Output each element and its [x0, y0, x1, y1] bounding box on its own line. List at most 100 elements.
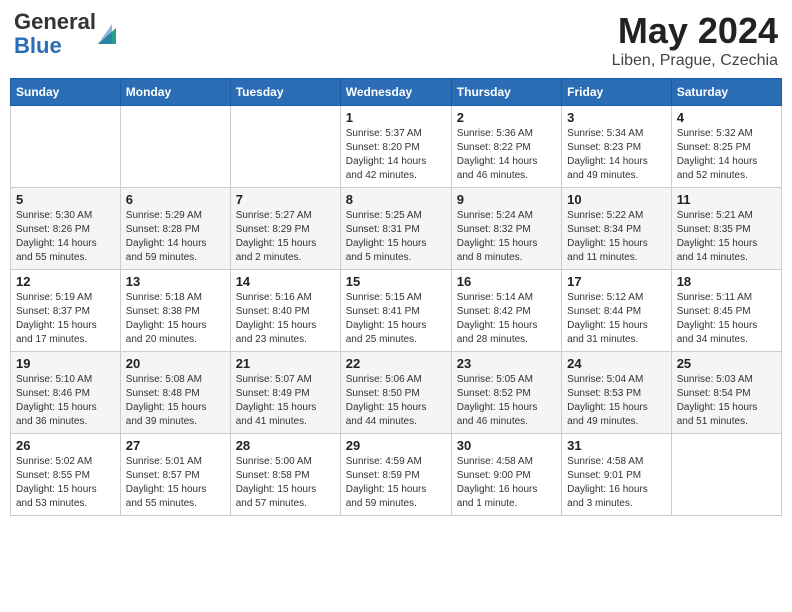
day-cell: 23 Sunrise: 5:05 AMSunset: 8:52 PMDaylig…: [451, 352, 561, 434]
weekday-header-sunday: Sunday: [11, 79, 121, 106]
day-info: Sunrise: 5:07 AMSunset: 8:49 PMDaylight:…: [236, 373, 335, 429]
week-row-5: 26 Sunrise: 5:02 AMSunset: 8:55 PMDaylig…: [11, 434, 782, 516]
day-number: 7: [236, 192, 335, 207]
day-cell: 12 Sunrise: 5:19 AMSunset: 8:37 PMDaylig…: [11, 270, 121, 352]
day-info: Sunrise: 5:19 AMSunset: 8:37 PMDaylight:…: [16, 291, 115, 347]
weekday-header-thursday: Thursday: [451, 79, 561, 106]
day-number: 10: [567, 192, 666, 207]
day-cell: 22 Sunrise: 5:06 AMSunset: 8:50 PMDaylig…: [340, 352, 451, 434]
day-info: Sunrise: 5:24 AMSunset: 8:32 PMDaylight:…: [457, 209, 556, 265]
day-number: 13: [126, 274, 225, 289]
day-number: 3: [567, 110, 666, 125]
day-cell: 15 Sunrise: 5:15 AMSunset: 8:41 PMDaylig…: [340, 270, 451, 352]
day-cell: 25 Sunrise: 5:03 AMSunset: 8:54 PMDaylig…: [671, 352, 781, 434]
weekday-header-wednesday: Wednesday: [340, 79, 451, 106]
day-cell: 3 Sunrise: 5:34 AMSunset: 8:23 PMDayligh…: [562, 106, 672, 188]
day-number: 6: [126, 192, 225, 207]
day-number: 9: [457, 192, 556, 207]
day-cell: 4 Sunrise: 5:32 AMSunset: 8:25 PMDayligh…: [671, 106, 781, 188]
day-number: 14: [236, 274, 335, 289]
day-cell: 20 Sunrise: 5:08 AMSunset: 8:48 PMDaylig…: [120, 352, 230, 434]
logo-general-text: General: [14, 9, 96, 34]
day-info: Sunrise: 5:14 AMSunset: 8:42 PMDaylight:…: [457, 291, 556, 347]
day-cell: 13 Sunrise: 5:18 AMSunset: 8:38 PMDaylig…: [120, 270, 230, 352]
day-cell: 14 Sunrise: 5:16 AMSunset: 8:40 PMDaylig…: [230, 270, 340, 352]
day-info: Sunrise: 5:10 AMSunset: 8:46 PMDaylight:…: [16, 373, 115, 429]
day-number: 25: [677, 356, 776, 371]
logo-icon: [98, 24, 116, 44]
weekday-header-saturday: Saturday: [671, 79, 781, 106]
logo-blue-text: Blue: [14, 33, 62, 58]
day-info: Sunrise: 5:25 AMSunset: 8:31 PMDaylight:…: [346, 209, 446, 265]
day-number: 31: [567, 438, 666, 453]
day-number: 27: [126, 438, 225, 453]
day-info: Sunrise: 5:36 AMSunset: 8:22 PMDaylight:…: [457, 127, 556, 183]
day-info: Sunrise: 5:37 AMSunset: 8:20 PMDaylight:…: [346, 127, 446, 183]
weekday-header-tuesday: Tuesday: [230, 79, 340, 106]
day-info: Sunrise: 5:01 AMSunset: 8:57 PMDaylight:…: [126, 455, 225, 511]
day-cell: [230, 106, 340, 188]
day-number: 17: [567, 274, 666, 289]
day-number: 23: [457, 356, 556, 371]
week-row-1: 1 Sunrise: 5:37 AMSunset: 8:20 PMDayligh…: [11, 106, 782, 188]
day-info: Sunrise: 5:12 AMSunset: 8:44 PMDaylight:…: [567, 291, 666, 347]
day-info: Sunrise: 5:08 AMSunset: 8:48 PMDaylight:…: [126, 373, 225, 429]
day-info: Sunrise: 4:58 AMSunset: 9:01 PMDaylight:…: [567, 455, 666, 511]
day-cell: 16 Sunrise: 5:14 AMSunset: 8:42 PMDaylig…: [451, 270, 561, 352]
day-number: 24: [567, 356, 666, 371]
day-cell: [120, 106, 230, 188]
day-number: 15: [346, 274, 446, 289]
calendar-title: May 2024: [612, 10, 778, 52]
day-cell: 10 Sunrise: 5:22 AMSunset: 8:34 PMDaylig…: [562, 188, 672, 270]
day-cell: 1 Sunrise: 5:37 AMSunset: 8:20 PMDayligh…: [340, 106, 451, 188]
week-row-2: 5 Sunrise: 5:30 AMSunset: 8:26 PMDayligh…: [11, 188, 782, 270]
day-number: 22: [346, 356, 446, 371]
day-info: Sunrise: 5:11 AMSunset: 8:45 PMDaylight:…: [677, 291, 776, 347]
day-number: 18: [677, 274, 776, 289]
day-info: Sunrise: 5:04 AMSunset: 8:53 PMDaylight:…: [567, 373, 666, 429]
weekday-header-friday: Friday: [562, 79, 672, 106]
page-header: General Blue May 2024 Liben, Prague, Cze…: [10, 10, 782, 70]
day-number: 19: [16, 356, 115, 371]
day-info: Sunrise: 5:22 AMSunset: 8:34 PMDaylight:…: [567, 209, 666, 265]
day-info: Sunrise: 5:02 AMSunset: 8:55 PMDaylight:…: [16, 455, 115, 511]
day-cell: [11, 106, 121, 188]
day-cell: 21 Sunrise: 5:07 AMSunset: 8:49 PMDaylig…: [230, 352, 340, 434]
day-number: 20: [126, 356, 225, 371]
day-info: Sunrise: 5:00 AMSunset: 8:58 PMDaylight:…: [236, 455, 335, 511]
day-cell: 9 Sunrise: 5:24 AMSunset: 8:32 PMDayligh…: [451, 188, 561, 270]
day-cell: 24 Sunrise: 5:04 AMSunset: 8:53 PMDaylig…: [562, 352, 672, 434]
day-number: 28: [236, 438, 335, 453]
day-info: Sunrise: 5:03 AMSunset: 8:54 PMDaylight:…: [677, 373, 776, 429]
title-block: May 2024 Liben, Prague, Czechia: [612, 10, 778, 70]
day-cell: 17 Sunrise: 5:12 AMSunset: 8:44 PMDaylig…: [562, 270, 672, 352]
week-row-3: 12 Sunrise: 5:19 AMSunset: 8:37 PMDaylig…: [11, 270, 782, 352]
day-number: 4: [677, 110, 776, 125]
day-cell: 18 Sunrise: 5:11 AMSunset: 8:45 PMDaylig…: [671, 270, 781, 352]
weekday-header-row: SundayMondayTuesdayWednesdayThursdayFrid…: [11, 79, 782, 106]
day-info: Sunrise: 5:34 AMSunset: 8:23 PMDaylight:…: [567, 127, 666, 183]
day-cell: 2 Sunrise: 5:36 AMSunset: 8:22 PMDayligh…: [451, 106, 561, 188]
day-info: Sunrise: 4:59 AMSunset: 8:59 PMDaylight:…: [346, 455, 446, 511]
day-number: 8: [346, 192, 446, 207]
logo: General Blue: [14, 10, 116, 58]
day-number: 26: [16, 438, 115, 453]
day-cell: 5 Sunrise: 5:30 AMSunset: 8:26 PMDayligh…: [11, 188, 121, 270]
day-cell: 6 Sunrise: 5:29 AMSunset: 8:28 PMDayligh…: [120, 188, 230, 270]
day-cell: 31 Sunrise: 4:58 AMSunset: 9:01 PMDaylig…: [562, 434, 672, 516]
day-info: Sunrise: 5:18 AMSunset: 8:38 PMDaylight:…: [126, 291, 225, 347]
day-cell: 29 Sunrise: 4:59 AMSunset: 8:59 PMDaylig…: [340, 434, 451, 516]
day-cell: 27 Sunrise: 5:01 AMSunset: 8:57 PMDaylig…: [120, 434, 230, 516]
day-info: Sunrise: 5:21 AMSunset: 8:35 PMDaylight:…: [677, 209, 776, 265]
day-number: 29: [346, 438, 446, 453]
day-cell: 28 Sunrise: 5:00 AMSunset: 8:58 PMDaylig…: [230, 434, 340, 516]
week-row-4: 19 Sunrise: 5:10 AMSunset: 8:46 PMDaylig…: [11, 352, 782, 434]
day-cell: 19 Sunrise: 5:10 AMSunset: 8:46 PMDaylig…: [11, 352, 121, 434]
day-number: 30: [457, 438, 556, 453]
day-number: 12: [16, 274, 115, 289]
day-info: Sunrise: 5:30 AMSunset: 8:26 PMDaylight:…: [16, 209, 115, 265]
day-cell: 26 Sunrise: 5:02 AMSunset: 8:55 PMDaylig…: [11, 434, 121, 516]
weekday-header-monday: Monday: [120, 79, 230, 106]
day-cell: 8 Sunrise: 5:25 AMSunset: 8:31 PMDayligh…: [340, 188, 451, 270]
day-info: Sunrise: 4:58 AMSunset: 9:00 PMDaylight:…: [457, 455, 556, 511]
